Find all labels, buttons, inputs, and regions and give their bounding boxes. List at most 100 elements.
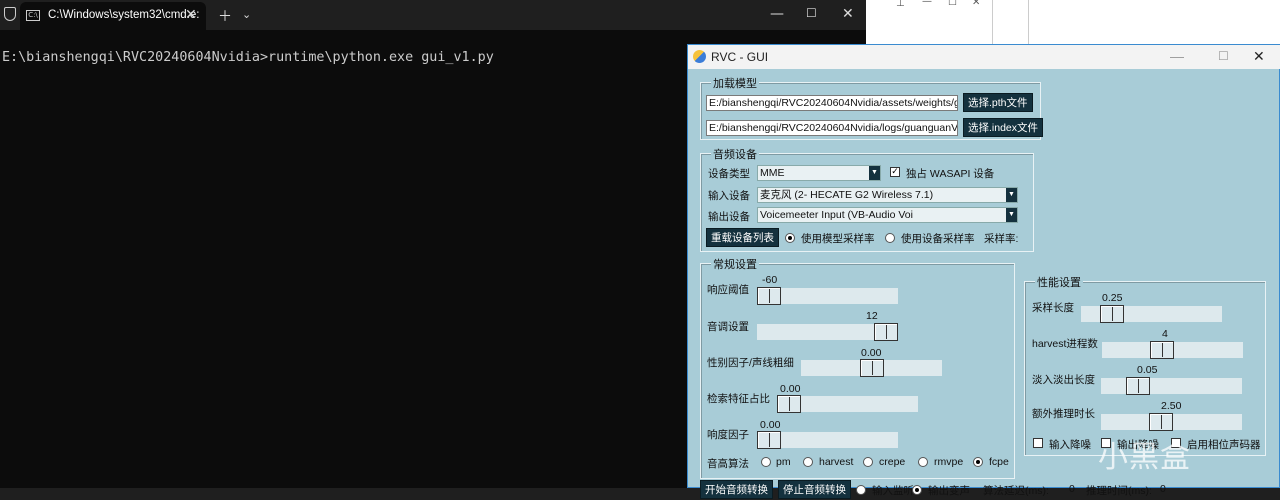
f0-radio-rmvpe[interactable] <box>918 457 928 467</box>
device-type-label: 设备类型 <box>708 168 750 180</box>
select-index-button[interactable]: 选择.index文件 <box>963 118 1044 137</box>
select-pth-button[interactable]: 选择.pth文件 <box>963 93 1033 112</box>
shield-icon <box>4 7 16 21</box>
wasapi-label: 独占 WASAPI 设备 <box>906 168 995 180</box>
minimize-icon[interactable]: — <box>1170 48 1184 64</box>
f0-option-pm: pm <box>776 456 791 468</box>
close-icon[interactable]: ✕ <box>842 6 854 22</box>
output-conversion-radio[interactable] <box>912 485 922 495</box>
close-icon[interactable]: ✕ <box>1253 48 1265 65</box>
index-rate-label: 检索特征占比 <box>707 393 770 405</box>
threshold-slider[interactable] <box>757 287 898 305</box>
slider-thumb[interactable] <box>1100 305 1124 323</box>
pitch-slider[interactable] <box>757 323 898 341</box>
watermark-logo: 小黑盒 <box>1098 440 1191 475</box>
rvc-logo-icon <box>693 50 706 63</box>
wasapi-checkbox[interactable]: ✓ <box>890 167 900 177</box>
crossfade-slider[interactable] <box>1101 377 1242 395</box>
output-conversion-label: 输出变声 <box>928 485 970 497</box>
stop-conversion-button[interactable]: 停止音频转换 <box>778 480 851 499</box>
harvest-processes-slider[interactable] <box>1102 341 1243 359</box>
extra-time-value: 2.50 <box>1161 400 1182 412</box>
f0-radio-fcpe[interactable] <box>973 457 983 467</box>
cmd-icon: C:\ <box>26 10 40 21</box>
maximize-icon[interactable]: ☐ <box>1218 49 1229 63</box>
use-device-sr-label: 使用设备采样率 <box>901 233 975 245</box>
index-path-input[interactable]: E:/bianshengqi/RVC20240604Nvidia/logs/gu… <box>706 120 958 136</box>
slider-thumb[interactable] <box>874 323 898 341</box>
background-window: ⊥ — ☐ ✕ <box>866 0 1280 46</box>
pin-icon: ⊥ <box>896 0 905 9</box>
block-time-slider[interactable] <box>1081 305 1222 323</box>
slider-thumb[interactable] <box>1126 377 1150 395</box>
sample-rate-label: 采样率: <box>984 233 1019 245</box>
input-noise-reduce-label: 输入降噪 <box>1049 439 1091 451</box>
block-time-value: 0.25 <box>1102 292 1123 304</box>
slider-thumb[interactable] <box>1149 413 1173 431</box>
group-label: 性能设置 <box>1035 274 1083 290</box>
rms-label: 响度因子 <box>707 429 749 441</box>
dropdown-arrow-icon: ▼ <box>1006 208 1017 222</box>
infer-time-value: 0 <box>1160 483 1166 495</box>
pth-path-input[interactable]: E:/bianshengqi/RVC20240604Nvidia/assets/… <box>706 95 958 111</box>
input-monitor-radio[interactable] <box>856 485 866 495</box>
f0-radio-pm[interactable] <box>761 457 771 467</box>
bg-minimize-icon: — <box>922 0 932 7</box>
harvest-processes-value: 4 <box>1162 328 1168 340</box>
crossfade-value: 0.05 <box>1137 364 1158 376</box>
crossfade-label: 淡入淡出长度 <box>1032 374 1095 386</box>
block-time-label: 采样长度 <box>1032 302 1074 314</box>
rms-slider[interactable] <box>757 431 898 449</box>
start-conversion-button[interactable]: 开始音频转换 <box>700 480 773 499</box>
input-noise-reduce-checkbox[interactable] <box>1033 438 1043 448</box>
slider-thumb[interactable] <box>777 395 801 413</box>
device-type-select[interactable]: MME ▼ <box>757 165 881 181</box>
formant-value: 0.00 <box>861 347 882 359</box>
group-label: 加载模型 <box>711 75 759 91</box>
use-device-sr-radio[interactable] <box>885 233 895 243</box>
formant-label: 性别因子/声线粗细 <box>707 357 794 369</box>
tab-close-icon[interactable]: ✕ <box>185 7 197 23</box>
f0-method-label: 音高算法 <box>707 458 749 470</box>
rms-value: 0.00 <box>760 419 781 431</box>
use-model-sr-radio[interactable] <box>785 233 795 243</box>
f0-radio-harvest[interactable] <box>803 457 813 467</box>
f0-option-rmvpe: rmvpe <box>934 456 964 468</box>
extra-time-slider[interactable] <box>1101 413 1242 431</box>
use-model-sr-label: 使用模型采样率 <box>801 233 875 245</box>
bg-maximize-icon: ☐ <box>948 0 957 8</box>
output-device-label: 输出设备 <box>708 211 750 223</box>
f0-option-harvest: harvest <box>819 456 854 468</box>
output-device-select[interactable]: Voicemeeter Input (VB-Audio Voi ▼ <box>757 207 1018 223</box>
dropdown-arrow-icon: ▼ <box>869 166 880 180</box>
tab-dropdown-chevron-icon[interactable]: ⌄ <box>242 8 251 21</box>
f0-radio-crepe[interactable] <box>863 457 873 467</box>
terminal-tab[interactable]: C:\ C:\Windows\system32\cmd.e: ✕ <box>20 2 206 30</box>
threshold-value: -60 <box>762 274 778 286</box>
slider-thumb[interactable] <box>1150 341 1174 359</box>
bg-close-icon: ✕ <box>972 0 981 8</box>
output-device-value: Voicemeeter Input (VB-Audio Voi <box>760 209 913 221</box>
minimize-icon[interactable]: — <box>770 6 784 22</box>
formant-slider[interactable] <box>801 359 942 377</box>
f0-option-fcpe: fcpe <box>989 456 1009 468</box>
delay-label: 算法延迟(ms): <box>983 485 1049 497</box>
slider-thumb[interactable] <box>860 359 884 377</box>
audio-device-group: 音频设备 设备类型 MME ▼ ✓ 独占 WASAPI 设备 输入设备 麦克风 (… <box>700 146 1034 252</box>
device-type-value: MME <box>760 167 785 179</box>
divider <box>1028 0 1029 46</box>
harvest-processes-label: harvest进程数 <box>1032 338 1098 350</box>
slider-thumb[interactable] <box>757 431 781 449</box>
new-tab-plus-icon[interactable]: ＋ <box>218 6 232 26</box>
f0-option-crepe: crepe <box>879 456 906 468</box>
group-label: 音频设备 <box>711 146 759 162</box>
slider-thumb[interactable] <box>757 287 781 305</box>
input-device-select[interactable]: 麦克风 (2- HECATE G2 Wireless 7.1) ▼ <box>757 187 1018 203</box>
input-device-value: 麦克风 (2- HECATE G2 Wireless 7.1) <box>760 189 934 201</box>
reload-devices-button[interactable]: 重载设备列表 <box>706 228 779 247</box>
input-monitor-label: 输入监听 <box>872 485 914 497</box>
index-rate-slider[interactable] <box>777 395 918 413</box>
infer-time-label: 推理时间(ms): <box>1086 485 1152 497</box>
maximize-icon[interactable]: ☐ <box>806 6 817 20</box>
dropdown-arrow-icon: ▼ <box>1006 188 1017 202</box>
